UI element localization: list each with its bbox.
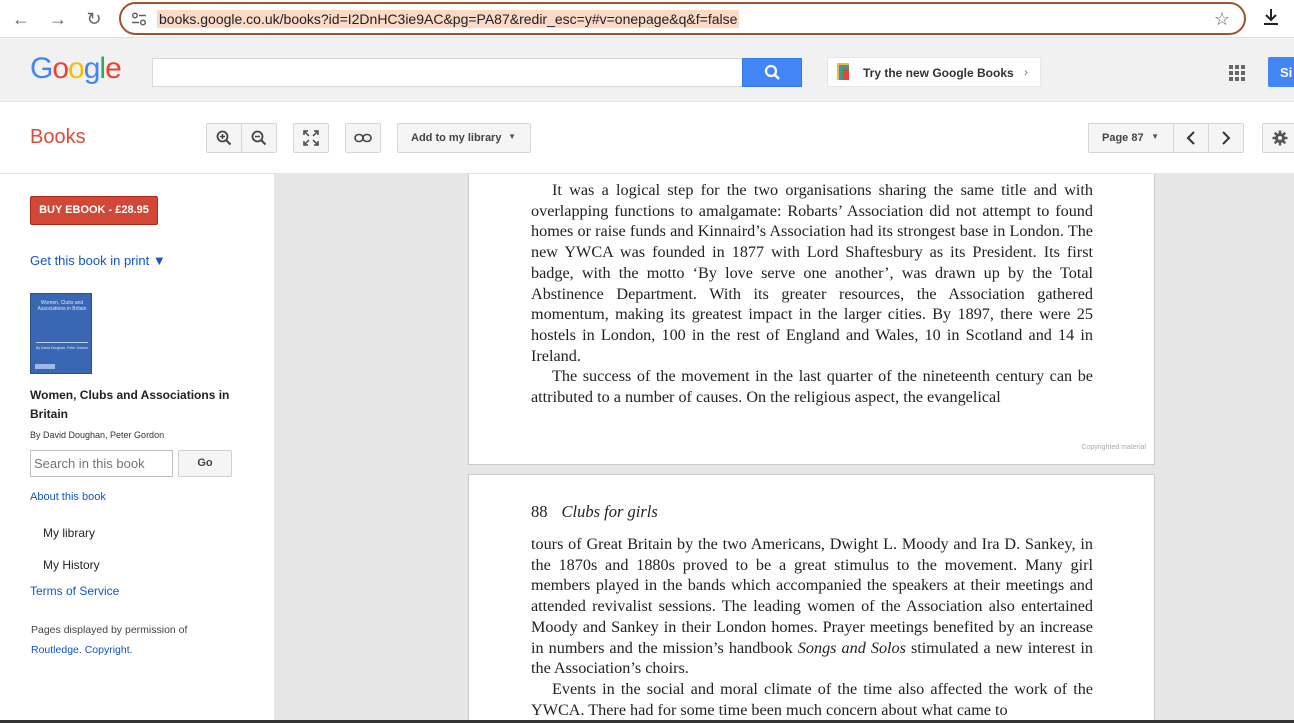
- settings-button[interactable]: [1262, 123, 1294, 153]
- permission-text: Pages displayed by permission of: [31, 624, 188, 636]
- logo-letter: G: [30, 52, 53, 85]
- site-settings-icon[interactable]: [131, 12, 147, 26]
- cover-divider: [36, 342, 88, 343]
- bookmark-star-icon[interactable]: ☆: [1214, 9, 1230, 30]
- zoom-out-button[interactable]: [241, 123, 277, 153]
- fullscreen-button[interactable]: [293, 123, 329, 153]
- zoom-out-icon: [251, 130, 267, 146]
- logo-letter: o: [68, 52, 85, 85]
- browser-toolbar: ← → ↻ books.google.co.uk/books?id=I2DnHC…: [0, 0, 1294, 38]
- add-to-library-button[interactable]: Add to my library ▼: [397, 123, 531, 153]
- book-cover-thumbnail[interactable]: Women, Clubs and Associations in Britain…: [30, 293, 92, 374]
- page-87-text: It was a logical step for the two organi…: [531, 180, 1093, 408]
- about-this-book-link[interactable]: About this book: [30, 491, 106, 503]
- page-88-text: tours of Great Britain by the two Americ…: [531, 534, 1093, 720]
- page-label: Page 87: [1102, 132, 1144, 144]
- search-button[interactable]: [742, 58, 802, 87]
- copyright-link[interactable]: Copyright: [85, 644, 130, 656]
- search-in-book-input[interactable]: [30, 450, 173, 477]
- url-text[interactable]: books.google.co.uk/books?id=I2DnHC3ie9AC…: [157, 10, 740, 28]
- book-authors: By David Doughan, Peter Gordon: [30, 430, 165, 440]
- buy-ebook-button[interactable]: BUY EBOOK - £28.95: [30, 196, 158, 225]
- apps-grid-icon[interactable]: [1229, 65, 1245, 81]
- reload-icon[interactable]: ↻: [83, 8, 105, 30]
- terms-of-service-link[interactable]: Terms of Service: [30, 584, 119, 598]
- permission-note: Pages displayed by permission of Routled…: [31, 624, 188, 656]
- running-header: 88 Clubs for girls: [531, 502, 658, 522]
- book-page-87: It was a logical step for the two organi…: [468, 174, 1155, 465]
- download-icon[interactable]: [1262, 7, 1280, 27]
- previous-page-button[interactable]: [1173, 123, 1209, 153]
- sign-in-button[interactable]: Si: [1268, 57, 1294, 87]
- gear-icon: [1272, 130, 1288, 146]
- google-logo[interactable]: Google: [30, 52, 122, 86]
- get-book-in-print-link[interactable]: Get this book in print ▼: [30, 253, 166, 268]
- logo-letter: g: [83, 52, 101, 85]
- google-search-input[interactable]: [152, 58, 742, 87]
- try-books-label: Try the new Google Books: [863, 66, 1014, 80]
- cover-authors: By David Doughan, Peter Gordon: [36, 346, 89, 350]
- my-library-link[interactable]: My library: [43, 526, 95, 540]
- books-toolbar: Books Add to my library ▼ Page 87 ▼: [0, 102, 1294, 174]
- search-icon: [764, 64, 780, 80]
- google-header: Google Try the new Google Books › Si: [0, 38, 1294, 102]
- add-to-library-label: Add to my library: [411, 132, 502, 144]
- chevron-right-icon: ›: [1024, 65, 1028, 79]
- sidebar: BUY EBOOK - £28.95 Get this book in prin…: [0, 174, 274, 723]
- books-title[interactable]: Books: [30, 126, 86, 149]
- cover-title: Women, Clubs and Associations in Britain: [37, 300, 87, 312]
- italic-title: Songs and Solos: [797, 638, 906, 657]
- copyrighted-material-mark: Copyrighted material: [1081, 444, 1146, 451]
- running-title: Clubs for girls: [561, 502, 658, 521]
- publisher-link[interactable]: Routledge: [31, 644, 79, 656]
- link-button[interactable]: [345, 123, 381, 153]
- page-88-paragraph: tours of Great Britain by the two Americ…: [531, 534, 1093, 679]
- book-viewer[interactable]: It was a logical step for the two organi…: [274, 174, 1294, 723]
- zoom-in-icon: [216, 130, 232, 146]
- caret-down-icon: ▼: [1151, 132, 1159, 141]
- page-87-paragraph: It was a logical step for the two organi…: [531, 181, 1093, 365]
- book-title: Women, Clubs and Associations in Britain: [30, 388, 230, 421]
- go-button[interactable]: Go: [178, 450, 232, 477]
- page-87-paragraph: The success of the movement in the last …: [531, 367, 1093, 407]
- google-books-icon: [837, 63, 849, 80]
- fullscreen-icon: [303, 130, 319, 146]
- publisher-logo: [35, 364, 55, 369]
- my-history-link[interactable]: My History: [43, 558, 100, 572]
- book-page-88: 88 Clubs for girls tours of Great Britain…: [468, 474, 1155, 723]
- page-number: 88: [531, 502, 548, 521]
- logo-letter: o: [52, 52, 69, 85]
- chevron-left-icon: [1186, 131, 1195, 145]
- back-arrow-icon[interactable]: ←: [10, 8, 32, 30]
- zoom-in-button[interactable]: [206, 123, 242, 153]
- page-select-button[interactable]: Page 87 ▼: [1088, 123, 1174, 153]
- chevron-right-icon: [1222, 131, 1231, 145]
- address-bar[interactable]: books.google.co.uk/books?id=I2DnHC3ie9AC…: [119, 2, 1246, 35]
- next-page-button[interactable]: [1208, 123, 1244, 153]
- page-88-paragraph: Events in the social and moral climate o…: [531, 679, 1093, 719]
- logo-letter: e: [105, 52, 122, 85]
- try-new-google-books-button[interactable]: Try the new Google Books ›: [827, 57, 1041, 87]
- caret-down-icon: ▼: [508, 132, 516, 141]
- link-icon: [354, 133, 372, 143]
- forward-arrow-icon[interactable]: →: [47, 8, 69, 30]
